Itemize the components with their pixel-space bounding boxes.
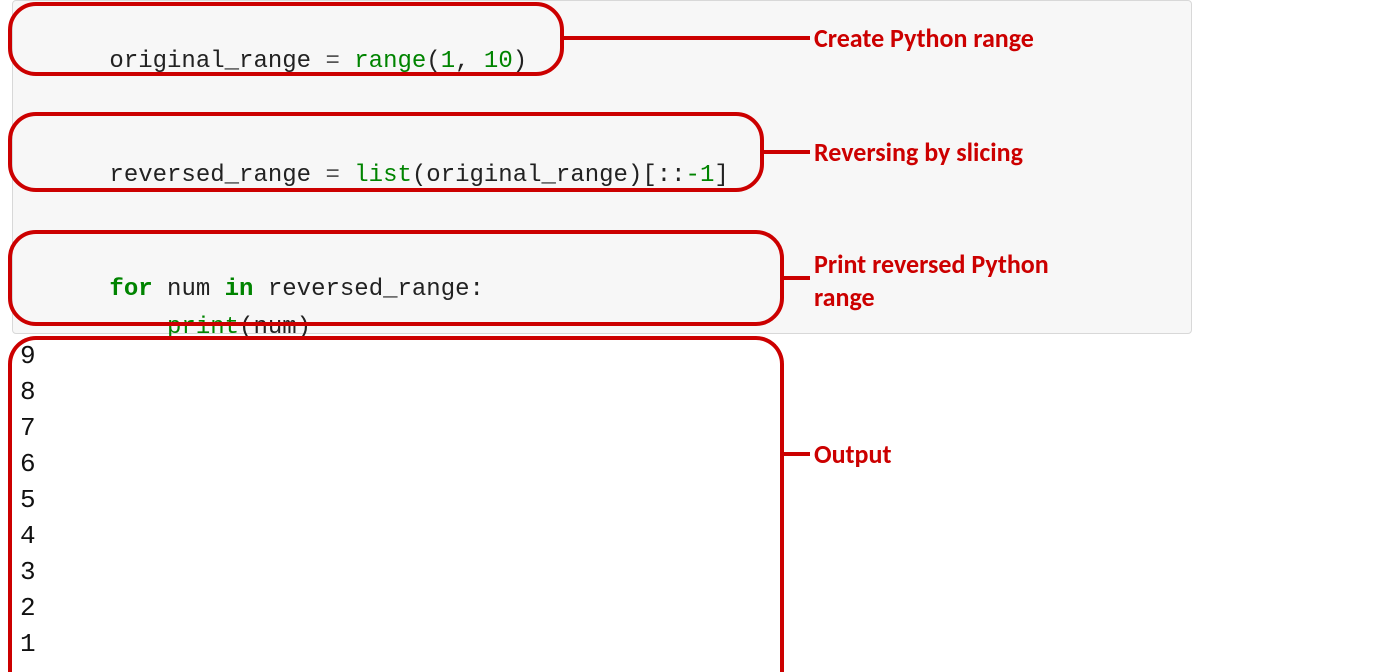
label-print: Print reversed Python range <box>814 248 1049 313</box>
token-list-fn: list <box>354 162 412 189</box>
token-indent <box>109 314 167 341</box>
token-var: original_range <box>109 48 311 75</box>
token-var2: reversed_range <box>109 162 311 189</box>
token-neg1: -1 <box>686 162 715 189</box>
label-create: Create Python range <box>814 22 1034 55</box>
connector-reverse <box>764 150 810 154</box>
output-line: 3 <box>14 554 774 590</box>
token-open: ( <box>426 48 440 75</box>
token-print: print <box>167 314 239 341</box>
output-line: 6 <box>14 446 774 482</box>
token-arg1: 1 <box>441 48 455 75</box>
connector-create <box>564 36 810 40</box>
token-assign: = <box>311 48 354 75</box>
connector-print <box>784 276 810 280</box>
token-close2a: )[:: <box>628 162 686 189</box>
output-line: 7 <box>14 410 774 446</box>
code-line-1: original_range = range(1, 10) <box>23 21 527 102</box>
output-line: 4 <box>14 518 774 554</box>
diagram-stage: original_range = range(1, 10) reversed_r… <box>0 0 1387 672</box>
label-output: Output <box>814 438 891 471</box>
token-open2: ( <box>412 162 426 189</box>
token-range-fn: range <box>354 48 426 75</box>
output-line: 8 <box>14 374 774 410</box>
output-line: 9 <box>14 338 774 374</box>
output-line: 2 <box>14 590 774 626</box>
token-assign2: = <box>311 162 354 189</box>
output-block: 9 8 7 6 5 4 3 2 1 <box>14 338 774 662</box>
output-line: 1 <box>14 626 774 662</box>
token-comma: , <box>455 48 484 75</box>
token-arg2: 10 <box>484 48 513 75</box>
output-line: 5 <box>14 482 774 518</box>
token-close2b: ] <box>714 162 728 189</box>
connector-output <box>784 452 810 456</box>
code-line-2: reversed_range = list(original_range)[::… <box>23 135 729 216</box>
label-reverse: Reversing by slicing <box>814 136 1023 169</box>
token-rest4: (num) <box>239 314 311 341</box>
token-inner: original_range <box>426 162 628 189</box>
token-close: ) <box>513 48 527 75</box>
